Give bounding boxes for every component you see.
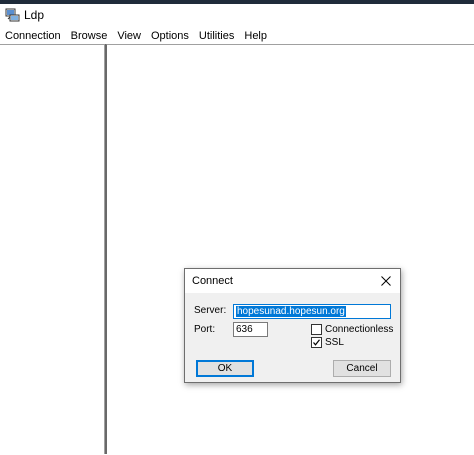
ssl-label: SSL — [325, 337, 344, 348]
connectionless-checkbox[interactable]: Connectionless — [311, 323, 393, 336]
dialog-title-bar: Connect — [185, 269, 400, 293]
window-title: Ldp — [24, 8, 45, 22]
menu-options[interactable]: Options — [146, 28, 194, 44]
menu-bar: Connection Browse View Options Utilities… — [0, 27, 474, 45]
connect-dialog: Connect Server: hopesunad.hopesun.org Po… — [184, 268, 401, 383]
port-input-value: 636 — [236, 324, 253, 335]
connectionless-check-box[interactable] — [311, 324, 322, 335]
title-bar: Ldp — [0, 4, 474, 26]
menu-browse[interactable]: Browse — [66, 28, 113, 44]
ldp-app-icon — [5, 7, 20, 22]
menu-connection[interactable]: Connection — [0, 28, 66, 44]
port-input[interactable]: 636 — [233, 322, 268, 337]
port-label: Port: — [194, 324, 216, 335]
tree-pane[interactable] — [0, 44, 104, 455]
close-icon — [381, 276, 391, 286]
output-pane[interactable] — [106, 44, 474, 454]
server-label: Server: — [194, 305, 227, 316]
server-input[interactable]: hopesunad.hopesun.org — [233, 304, 391, 319]
ssl-checkbox[interactable]: SSL — [311, 336, 344, 349]
server-input-value: hopesunad.hopesun.org — [236, 306, 346, 317]
cancel-button[interactable]: Cancel — [333, 360, 391, 377]
menu-utilities[interactable]: Utilities — [194, 28, 239, 44]
menu-view[interactable]: View — [112, 28, 146, 44]
ssl-check-box[interactable] — [311, 337, 322, 348]
connectionless-label: Connectionless — [325, 324, 394, 335]
close-button[interactable] — [375, 271, 397, 291]
dialog-title: Connect — [192, 275, 233, 287]
ok-button[interactable]: OK — [196, 360, 254, 377]
menu-help[interactable]: Help — [239, 28, 272, 44]
checkmark-icon — [313, 339, 320, 346]
